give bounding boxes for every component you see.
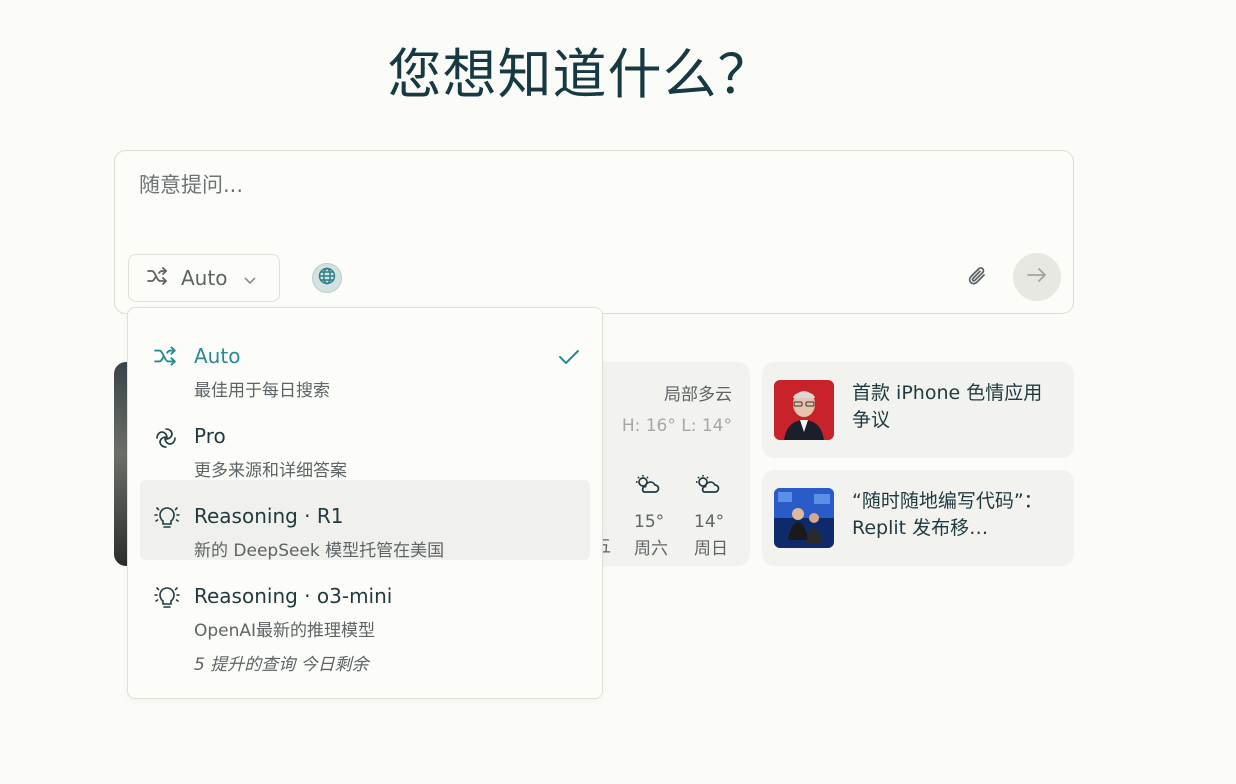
lightbulb-icon xyxy=(154,506,180,532)
partly-cloudy-icon xyxy=(634,474,678,502)
page-title: 您想知道什么？ xyxy=(387,43,773,106)
shuffle-icon xyxy=(147,266,169,290)
weather-condition: 局部多云 xyxy=(664,385,732,405)
forecast-day: 15° 周六 xyxy=(634,474,678,559)
search-input[interactable] xyxy=(139,173,1039,197)
mode-option-desc: 新的 DeepSeek 模型托管在美国 xyxy=(194,541,445,561)
news-card[interactable]: 首款 iPhone 色情应用争议 xyxy=(762,362,1074,458)
partly-cloudy-icon xyxy=(694,474,738,502)
news-title: 首款 iPhone 色情应用争议 xyxy=(852,382,1043,431)
mode-option-reasoning-o3-mini[interactable]: Reasoning · o3-mini OpenAI最新的推理模型 xyxy=(140,560,590,641)
weather-high-low: H: 16° L: 14° xyxy=(621,416,732,436)
news-card[interactable]: “随时随地编写代码”：Replit 发布移… xyxy=(762,470,1074,566)
checkmark-icon xyxy=(558,348,580,370)
news-thumbnail xyxy=(774,488,834,548)
mode-option-desc: OpenAI最新的推理模型 xyxy=(194,621,376,641)
send-button[interactable] xyxy=(1013,253,1061,301)
lightbulb-icon xyxy=(154,586,180,612)
paperclip-icon xyxy=(967,264,989,292)
mode-selector-label: Auto xyxy=(181,266,228,290)
mode-option-auto[interactable]: Auto 最佳用于每日搜索 xyxy=(140,320,590,401)
mode-option-label: Auto xyxy=(194,344,241,368)
forecast-temp: 14° xyxy=(694,512,725,532)
news-title: “随时随地编写代码”：Replit 发布移… xyxy=(852,490,1043,539)
mode-option-desc: 最佳用于每日搜索 xyxy=(194,381,330,401)
shuffle-icon xyxy=(154,346,180,372)
attach-button[interactable] xyxy=(963,263,993,293)
forecast-day-label: 周六 xyxy=(634,539,668,559)
news-thumbnail xyxy=(774,380,834,440)
mode-option-reasoning-r1[interactable]: Reasoning · R1 新的 DeepSeek 模型托管在美国 xyxy=(140,480,590,561)
weather-card[interactable]: 局部多云 H: 16° L: 14° 五 15° 周六 14° 周日 xyxy=(590,362,750,566)
mode-option-label: Reasoning · o3-mini xyxy=(194,584,393,608)
remaining-queries-note: 5 提升的查询 今日剩余 xyxy=(194,655,369,675)
query-composer: Auto xyxy=(114,150,1074,314)
web-search-toggle[interactable] xyxy=(312,263,342,293)
mode-selector-button[interactable]: Auto xyxy=(128,254,280,302)
chevron-down-icon xyxy=(243,266,257,290)
arrow-right-icon xyxy=(1026,267,1048,287)
pro-icon xyxy=(154,426,180,452)
mode-option-pro[interactable]: Pro 更多来源和详细答案 xyxy=(140,400,590,481)
mode-option-desc: 更多来源和详细答案 xyxy=(194,461,347,481)
forecast-temp: 15° xyxy=(634,512,665,532)
mode-option-label: Reasoning · R1 xyxy=(194,504,344,528)
forecast-day: 14° 周日 xyxy=(694,474,738,559)
forecast-day-label: 周日 xyxy=(694,539,728,559)
mode-dropdown-menu: Auto 最佳用于每日搜索 Pro 更多来源和详细答案 Reasoning · … xyxy=(127,307,603,699)
mode-option-label: Pro xyxy=(194,424,226,448)
globe-icon xyxy=(318,267,336,289)
